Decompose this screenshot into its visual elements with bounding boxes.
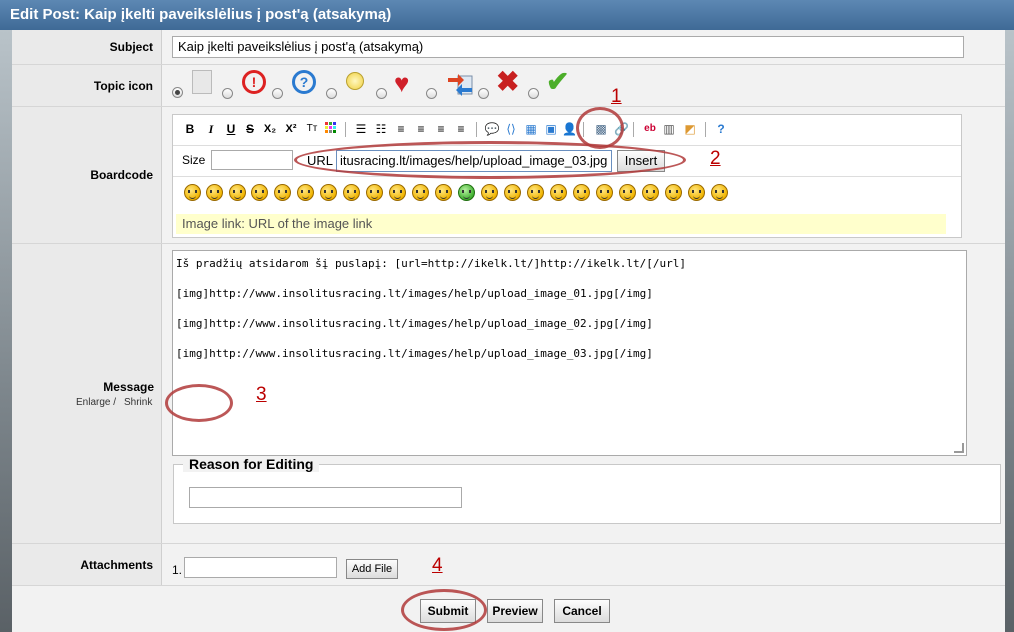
cancel-button[interactable]: Cancel (554, 599, 610, 623)
attachments-row (12, 544, 1005, 586)
background-left (0, 30, 12, 632)
code-icon[interactable]: ⟨⟩ (503, 121, 519, 137)
annotation-circle-4 (401, 589, 487, 631)
topic-radio-check[interactable] (528, 88, 539, 99)
topic-radio-arrow[interactable] (426, 88, 437, 99)
reason-legend: Reason for Editing (183, 456, 320, 472)
bold-button[interactable]: B (184, 121, 196, 137)
subject-input[interactable]: Kaip įkelti paveikslėlius į post'ą (atsa… (172, 36, 964, 58)
size-label: Size (182, 153, 206, 167)
smiley-icon[interactable] (481, 184, 498, 201)
smiley-icon[interactable] (206, 184, 223, 201)
topic-radio-question[interactable] (272, 88, 283, 99)
annotation-number-1: 1 (611, 86, 622, 107)
lightbulb-icon (346, 72, 364, 90)
video-icon[interactable]: ▥ (662, 121, 676, 137)
smiley-icon[interactable] (389, 184, 406, 201)
smiley-icon[interactable] (504, 184, 521, 201)
topic-radio-lightbulb[interactable] (326, 88, 337, 99)
smiley-icon[interactable] (320, 184, 337, 201)
attachment-input[interactable] (184, 557, 337, 578)
smiley-icon[interactable] (366, 184, 383, 201)
arrow-icon (446, 70, 473, 96)
smiley-icon[interactable] (435, 184, 452, 201)
message-textarea[interactable]: Iš pradžių atsidarom šį puslapį: [url=ht… (172, 250, 967, 456)
underline-button[interactable]: U (225, 121, 237, 137)
user-icon[interactable]: 👤 (562, 121, 577, 137)
table-icon[interactable]: ▦ (523, 121, 539, 137)
font-size-button[interactable]: Tт (304, 121, 320, 137)
question-icon: ? (292, 70, 316, 94)
smiley-icon[interactable] (412, 184, 429, 201)
background-right (1005, 30, 1014, 632)
smiley-icon[interactable] (251, 184, 268, 201)
annotation-number-2: 2 (710, 148, 721, 169)
indent-icon[interactable]: ≡ (394, 121, 408, 137)
annotation-circle-2 (294, 141, 686, 179)
checkmark-icon: ✔ (546, 66, 570, 97)
exclamation-icon: ! (242, 70, 266, 94)
smiley-icon[interactable] (527, 184, 544, 201)
smiley-icon[interactable] (596, 184, 613, 201)
boardcode-hint: Image link: URL of the image link (176, 214, 946, 234)
sick-smiley-icon[interactable] (458, 184, 475, 201)
preview-button[interactable]: Preview (487, 599, 543, 623)
smiley-icon[interactable] (343, 184, 360, 201)
smiley-icon[interactable] (229, 184, 246, 201)
smiley-icon[interactable] (550, 184, 567, 201)
email-icon[interactable]: ▣ (543, 121, 559, 137)
annotation-circle-3 (165, 384, 233, 422)
align-right-icon[interactable]: ≡ (454, 121, 468, 137)
smiley-icon[interactable] (688, 184, 705, 201)
topic-radio-none[interactable] (172, 87, 183, 98)
smiley-icon[interactable] (297, 184, 314, 201)
topic-radio-x[interactable] (478, 88, 489, 99)
reason-input[interactable] (189, 487, 462, 508)
strike-button[interactable]: S (244, 121, 256, 137)
bullet-list-icon[interactable]: ☰ (354, 121, 368, 137)
align-left-icon[interactable]: ≡ (414, 121, 428, 137)
smiley-icon[interactable] (274, 184, 291, 201)
page-icon (192, 70, 212, 94)
attachment-index: 1. (172, 563, 183, 577)
smiley-icon[interactable] (711, 184, 728, 201)
message-line: [img]http://www.insolitusracing.lt/image… (176, 287, 653, 300)
x-icon: ✖ (496, 66, 520, 97)
heart-icon: ♥ (394, 68, 410, 98)
numbered-list-icon[interactable]: ☷ (374, 121, 388, 137)
message-line: Iš pradžių atsidarom šį puslapį: [url=ht… (176, 257, 686, 270)
subscript-button[interactable]: X₂ (262, 121, 278, 137)
message-line: [img]http://www.insolitusracing.lt/image… (176, 317, 653, 330)
add-file-button[interactable]: Add File (346, 559, 398, 579)
annotation-number-4: 4 (432, 555, 443, 576)
topic-radio-exclamation[interactable] (222, 88, 233, 99)
size-input[interactable] (211, 150, 293, 170)
color-grid-icon[interactable] (324, 121, 338, 137)
superscript-button[interactable]: X² (283, 121, 299, 137)
map-icon[interactable]: ◩ (682, 121, 698, 137)
window-title: Edit Post: Kaip įkelti paveikslėlius į p… (0, 0, 1014, 30)
annotation-number-3: 3 (256, 384, 267, 405)
smiley-icon[interactable] (665, 184, 682, 201)
align-center-icon[interactable]: ≡ (434, 121, 448, 137)
smiley-icon[interactable] (184, 184, 201, 201)
help-icon[interactable]: ? (713, 121, 729, 137)
ebay-icon[interactable]: eb (642, 121, 658, 137)
smiley-icon[interactable] (619, 184, 636, 201)
italic-button[interactable]: I (205, 121, 217, 137)
message-line: [img]http://www.insolitusracing.lt/image… (176, 347, 653, 360)
smiley-icon[interactable] (642, 184, 659, 201)
quote-icon[interactable]: 💬 (484, 121, 500, 137)
smiley-icon[interactable] (573, 184, 590, 201)
resize-handle[interactable] (954, 443, 964, 453)
topic-radio-heart[interactable] (376, 88, 387, 99)
